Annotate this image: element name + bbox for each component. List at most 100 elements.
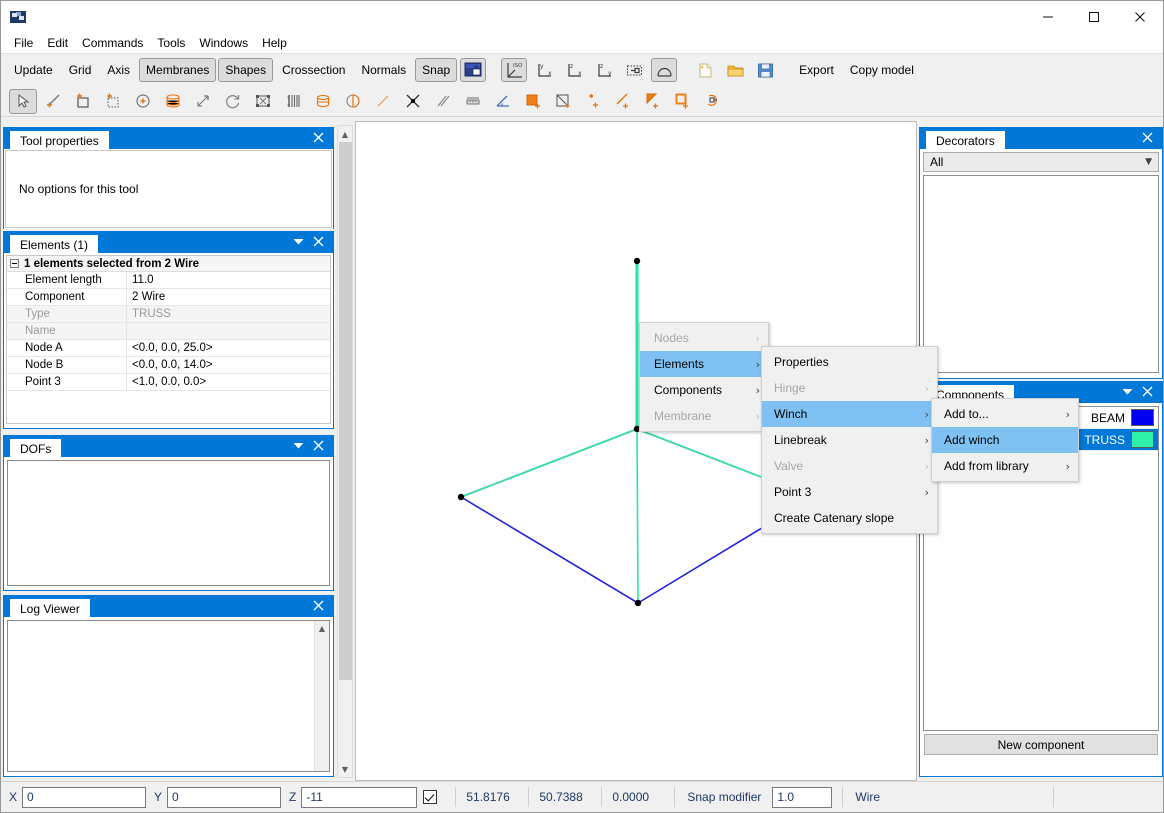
copy-model-button[interactable]: Copy model bbox=[843, 58, 921, 82]
close-icon[interactable] bbox=[1139, 132, 1156, 145]
table-row[interactable]: Node A <0.0, 0.0, 25.0> bbox=[7, 339, 330, 357]
menu-item-add-winch[interactable]: Add winch bbox=[932, 427, 1078, 453]
toolbar-membranes-button[interactable]: Membranes bbox=[139, 58, 217, 82]
scroll-up-icon[interactable]: ▲ bbox=[315, 621, 329, 636]
toolbar-snap-button[interactable]: Snap bbox=[415, 58, 458, 82]
menu-item-help[interactable]: Help bbox=[255, 33, 294, 53]
row-value[interactable]: <0.0, 0.0, 14.0> bbox=[127, 357, 330, 374]
elements-panel-tab[interactable]: Elements (1) bbox=[10, 235, 99, 253]
add-winch-icon[interactable] bbox=[699, 89, 727, 114]
zy-view-icon[interactable]: z y bbox=[591, 58, 617, 82]
toolbar-axis-button[interactable]: Axis bbox=[100, 58, 137, 82]
chevron-down-icon[interactable] bbox=[289, 440, 308, 453]
lock-view-icon[interactable] bbox=[460, 58, 487, 82]
close-icon[interactable] bbox=[310, 132, 327, 145]
close-icon[interactable] bbox=[310, 600, 327, 613]
scale-icon[interactable] bbox=[189, 89, 217, 114]
fill-square-icon[interactable] bbox=[519, 89, 547, 114]
minimize-icon[interactable] bbox=[1025, 1, 1071, 32]
drum-icon[interactable] bbox=[309, 89, 337, 114]
model-node[interactable] bbox=[633, 257, 641, 265]
menu-item-edit[interactable]: Edit bbox=[40, 33, 75, 53]
chevron-down-icon[interactable] bbox=[1118, 386, 1137, 399]
menu-item-properties[interactable]: Properties bbox=[762, 349, 937, 375]
log-viewer-text[interactable]: ▲ bbox=[7, 620, 330, 772]
add-line-icon[interactable] bbox=[39, 89, 67, 114]
new-file-icon[interactable] bbox=[692, 58, 718, 82]
toolbar-crossection-button[interactable]: Crossection bbox=[275, 58, 352, 82]
menu-item-elements[interactable]: Elements › bbox=[640, 351, 768, 377]
close-icon[interactable] bbox=[1139, 386, 1156, 399]
menu-item-tools[interactable]: Tools bbox=[150, 33, 192, 53]
left-dock-scrollbar[interactable]: ▲ ▼ bbox=[337, 125, 353, 778]
intersect-icon[interactable] bbox=[399, 89, 427, 114]
add-node-icon[interactable] bbox=[129, 89, 157, 114]
scrollbar-thumb[interactable] bbox=[339, 142, 352, 680]
save-disk-icon[interactable] bbox=[752, 58, 778, 82]
elements-group-header[interactable]: 1 elements selected from 2 Wire bbox=[7, 256, 330, 272]
menu-item-add-to[interactable]: Add to... › bbox=[932, 401, 1078, 427]
menu-item-winch[interactable]: Winch › bbox=[762, 401, 937, 427]
model-node[interactable] bbox=[634, 599, 642, 607]
decorators-filter-select[interactable]: All ▼ bbox=[923, 152, 1159, 172]
add-mesh-icon[interactable] bbox=[99, 89, 127, 114]
x-input[interactable]: 0 bbox=[22, 786, 147, 808]
table-row[interactable]: Point 3 <1.0, 0.0, 0.0> bbox=[7, 373, 330, 391]
select-arrow-icon[interactable] bbox=[9, 88, 37, 114]
new-component-button[interactable]: New component bbox=[924, 734, 1158, 755]
collapse-icon[interactable] bbox=[10, 259, 19, 268]
add-segment-icon[interactable] bbox=[609, 89, 637, 114]
dofs-list[interactable] bbox=[7, 460, 330, 586]
scroll-up-icon[interactable]: ▲ bbox=[338, 126, 352, 142]
zoom-extents-icon[interactable] bbox=[621, 58, 647, 82]
log-scrollbar[interactable]: ▲ bbox=[314, 621, 329, 771]
parallel-icon[interactable] bbox=[429, 89, 457, 114]
snap-modifier-input[interactable]: 1.0 bbox=[772, 786, 833, 808]
line-icon[interactable] bbox=[369, 89, 397, 114]
z-input[interactable]: -11 bbox=[301, 786, 418, 808]
menu-item-windows[interactable]: Windows bbox=[192, 33, 255, 53]
zx-view-icon[interactable]: z x bbox=[561, 58, 587, 82]
menu-item-linebreak[interactable]: Linebreak › bbox=[762, 427, 937, 453]
iso-view-icon[interactable]: ISO bbox=[501, 58, 528, 82]
snap-checkbox[interactable] bbox=[423, 790, 438, 804]
chevron-down-icon[interactable] bbox=[289, 236, 308, 249]
table-row[interactable]: Node B <0.0, 0.0, 14.0> bbox=[7, 356, 330, 374]
menu-item-create-catenary-slope[interactable]: Create Catenary slope bbox=[762, 505, 937, 531]
dofs-panel-tab[interactable]: DOFs bbox=[10, 439, 62, 457]
decorators-list[interactable] bbox=[923, 175, 1159, 373]
menu-item-valve[interactable]: Valve › bbox=[762, 453, 937, 479]
close-icon[interactable] bbox=[310, 236, 327, 249]
row-value[interactable]: 2 Wire bbox=[127, 289, 330, 306]
log-viewer-tab[interactable]: Log Viewer bbox=[10, 599, 90, 617]
half-circle-icon[interactable] bbox=[339, 89, 367, 114]
table-row[interactable]: Name bbox=[7, 322, 330, 340]
add-point-icon[interactable] bbox=[579, 89, 607, 114]
menu-item-add-from-library[interactable]: Add from library › bbox=[932, 453, 1078, 479]
angle-icon[interactable] bbox=[489, 89, 517, 114]
toolbar-update-button[interactable]: Update bbox=[7, 58, 60, 82]
shape-view-icon[interactable] bbox=[651, 58, 678, 82]
scroll-down-icon[interactable]: ▼ bbox=[338, 761, 352, 777]
tool-properties-tab[interactable]: Tool properties bbox=[10, 131, 109, 149]
add-square-icon[interactable] bbox=[669, 89, 697, 114]
close-icon[interactable] bbox=[310, 440, 327, 453]
y-input[interactable]: 0 bbox=[167, 786, 282, 808]
toolbar-normals-button[interactable]: Normals bbox=[354, 58, 413, 82]
menu-item-membrane[interactable]: Membrane › bbox=[640, 403, 768, 429]
add-triangle-icon[interactable] bbox=[639, 89, 667, 114]
add-rectangle-icon[interactable] bbox=[69, 89, 97, 114]
mirror-icon[interactable] bbox=[279, 89, 307, 114]
maximize-icon[interactable] bbox=[1071, 1, 1117, 32]
square-point-icon[interactable] bbox=[549, 89, 577, 114]
menu-item-components[interactable]: Components › bbox=[640, 377, 768, 403]
menu-item-commands[interactable]: Commands bbox=[75, 33, 150, 53]
close-icon[interactable] bbox=[1117, 1, 1163, 32]
open-folder-icon[interactable] bbox=[722, 58, 748, 82]
rotate-icon[interactable] bbox=[219, 89, 247, 114]
toolbar-shapes-button[interactable]: Shapes bbox=[218, 58, 274, 82]
component-color-swatch[interactable] bbox=[1131, 431, 1154, 448]
fit-icon[interactable] bbox=[249, 89, 277, 114]
component-color-swatch[interactable] bbox=[1131, 409, 1154, 426]
cylinder-icon[interactable] bbox=[159, 89, 187, 114]
